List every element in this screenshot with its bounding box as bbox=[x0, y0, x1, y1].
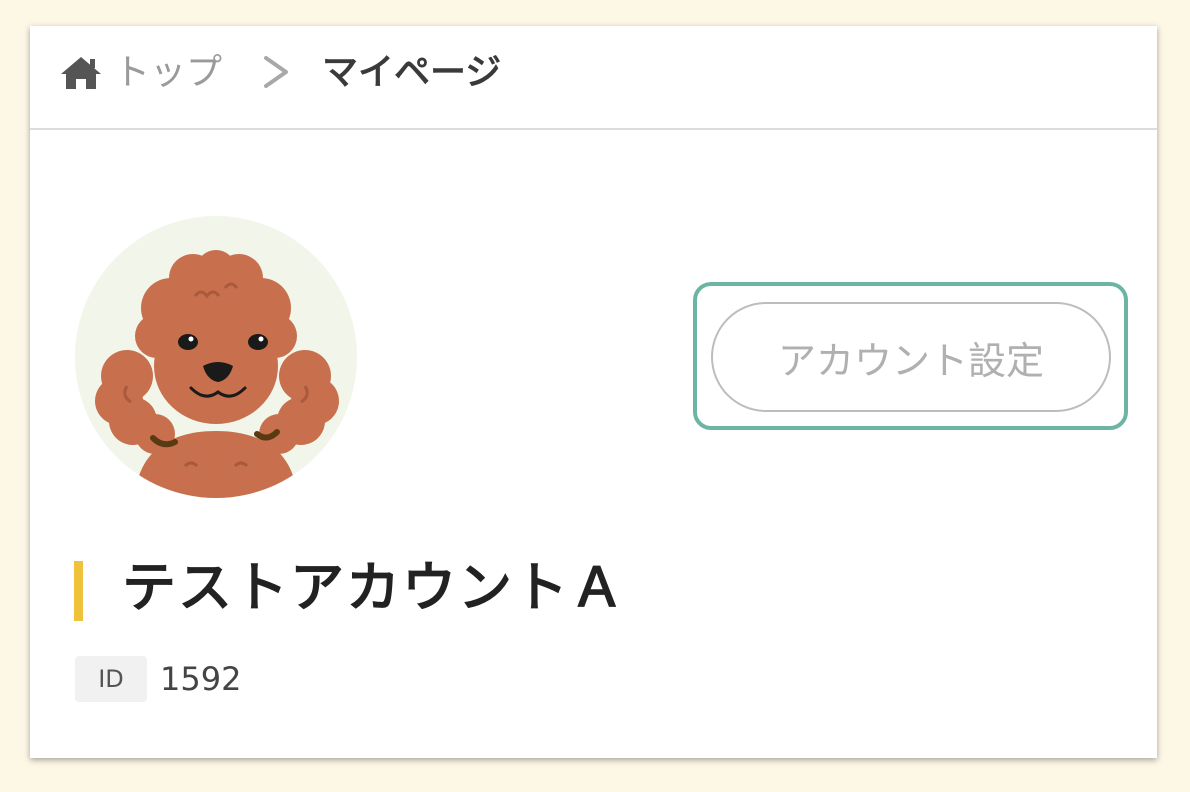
id-value: 1592 bbox=[160, 660, 242, 698]
home-icon[interactable] bbox=[60, 55, 102, 91]
avatar bbox=[75, 216, 357, 498]
breadcrumb-current: マイページ bbox=[322, 52, 502, 93]
breadcrumb-top-link[interactable]: トップ bbox=[114, 50, 222, 96]
poodle-dog-avatar bbox=[95, 250, 339, 498]
account-settings-button[interactable]: アカウント設定 bbox=[711, 302, 1111, 412]
id-badge: ID bbox=[75, 656, 147, 702]
breadcrumb: トップ マイページ bbox=[30, 26, 1157, 130]
mypage-card: トップ マイページ アカウント設定 テストアカウントＡ ID 1592 bbox=[30, 26, 1157, 758]
account-name: テストアカウントＡ bbox=[122, 556, 626, 619]
chevron-right-icon bbox=[260, 52, 294, 92]
name-accent-bar bbox=[74, 561, 83, 621]
